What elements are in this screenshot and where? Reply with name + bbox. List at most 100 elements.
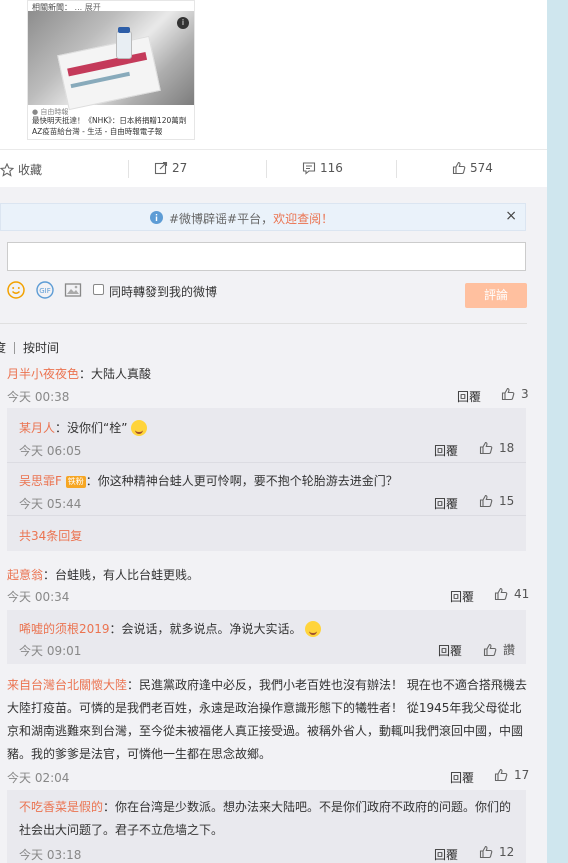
repost-count: 27 (172, 161, 188, 175)
comment-text: 来自台灣台北關懷大陸：民進黨政府逢中必反，我們小老百姓也沒有辦法！ 現在也不適合… (7, 674, 529, 766)
sort-by-hot[interactable]: 度 (0, 341, 6, 355)
comment-body: ：会说话，就多说点。净说大实话。 (109, 622, 302, 636)
repost-checkbox-label: 同時轉發到我的微博 (109, 285, 218, 299)
comment-like-button[interactable]: 讚 (483, 641, 515, 658)
sort-options: 度 按时间 (0, 339, 59, 356)
reply-button[interactable]: 回覆 (438, 642, 462, 659)
article-preview[interactable]: 相關新聞： ... 展开 i ● 自由時報 最快明天抵達！《NHK》：日本將捐贈… (27, 0, 195, 140)
like-count: 574 (470, 161, 493, 175)
fan-badge: 铁粉 (65, 476, 86, 488)
comment-author[interactable]: 吴思霏F (19, 474, 62, 488)
sub-reply-text: 不吃香菜是假的：你在台湾是少数派。想办法来大陆吧。不是你们政府不政府的问题。你们… (19, 796, 524, 842)
comment-line: 不吃香菜是假的：你在台湾是少数派。想办法来大陆吧。不是你们政府不政府的问题。你们… (19, 796, 524, 819)
sort-by-time[interactable]: 按时间 (23, 341, 59, 355)
like-label: 讚 (503, 643, 516, 657)
comment-text: 起意翁：台蛙贱，有人比台蛙更贱。 (7, 566, 199, 583)
comment-like-button[interactable]: 41 (494, 587, 529, 601)
thumbs-up-icon (501, 387, 515, 401)
thumbs-up-icon (479, 494, 493, 508)
thumbs-up-icon (479, 441, 493, 455)
comment-text: 月半小夜夜色：大陆人真酸 (7, 365, 151, 382)
reply-button[interactable]: 回覆 (434, 846, 458, 863)
comment-author[interactable]: 唏嘘的须根2019 (19, 622, 110, 636)
comment-time: 今天 03:18 (19, 848, 82, 862)
like-button[interactable]: 574 (452, 161, 493, 175)
sub-reply-text: 吴思霏F 铁粉 ：你这种精神台蛙人更可怜啊，要不抱个轮胎游去进金门？ (19, 472, 398, 489)
vaccine-vial-graphic (116, 27, 132, 59)
laughing-emoji-icon (131, 420, 148, 436)
comment-body: ：大陆人真酸 (79, 367, 152, 381)
thumbs-up-icon (494, 587, 508, 601)
comment-like-button[interactable]: 3 (501, 387, 529, 401)
comment-body: ：没你们“栓” (55, 421, 128, 435)
action-divider (396, 160, 397, 178)
comment-author[interactable]: 月半小夜夜色 (7, 367, 79, 381)
comment-author[interactable]: 起意翁 (7, 568, 43, 582)
repost-icon (154, 161, 168, 175)
submit-comment-button[interactable]: 評論 (465, 283, 527, 308)
comment-author[interactable]: 来自台灣台北關懷大陸 (7, 678, 127, 692)
comment-body: ：你在台湾是少数派。想办法来大陆吧。不是你们政府不政府的问题。你们的 (103, 800, 512, 814)
sub-reply-text: 唏嘘的须根2019：会说话，就多说点。净说大实话。 (19, 620, 322, 637)
notice-link[interactable]: 欢迎查阅！ (273, 212, 333, 226)
rumor-notice-banner: #微博辟谣#平台，欢迎查阅！ × (0, 203, 526, 231)
repost-button[interactable]: 27 (154, 161, 187, 175)
like-count: 18 (499, 441, 515, 455)
comment-line: 豬。我的爹爹是法官，可憐他一生都在思念故鄉。 (7, 747, 272, 761)
comment-time: 今天 00:34 (7, 590, 70, 604)
gif-icon[interactable]: GIF (36, 281, 54, 299)
comment-input[interactable] (7, 242, 526, 271)
post-action-bar: 收藏 27 116 574 (0, 149, 547, 188)
reply-button[interactable]: 回覆 (434, 442, 458, 459)
comment-line: 大陸打疫苗。可憐的是我們老百姓，永遠是政治操作意識形態下的犧牲者！ 從1945年… (7, 701, 522, 715)
action-divider (128, 160, 129, 178)
comment-like-button[interactable]: 12 (479, 845, 514, 859)
comment-time: 今天 00:38 (7, 390, 70, 404)
comment-author[interactable]: 某月人 (19, 421, 55, 435)
comment-like-button[interactable]: 15 (479, 494, 514, 508)
close-icon[interactable]: × (505, 208, 517, 224)
emoji-icon[interactable] (7, 281, 25, 299)
reply-divider (7, 462, 526, 463)
reply-button[interactable]: 回覆 (434, 495, 458, 512)
star-icon (0, 162, 15, 177)
reply-divider (7, 515, 526, 516)
laughing-emoji-icon (305, 621, 322, 637)
repost-checkbox[interactable] (93, 284, 104, 295)
comment-line: 京和湖南逃難來到台灣，至今從未被福佬人真正接受過。被稱外省人，動輒叫我們滾回中國… (7, 724, 524, 738)
sub-reply-text: 某月人：没你们“栓” (19, 419, 148, 436)
reply-button[interactable]: 回覆 (450, 769, 474, 786)
vaccine-box-graphic (57, 35, 161, 111)
notice-tag-text[interactable]: #微博辟谣#平台， (169, 212, 273, 226)
comment-body: ：台蛙贱，有人比台蛙更贱。 (43, 568, 200, 582)
article-headline[interactable]: 最快明天抵達！《NHK》：日本將捐贈120萬劑AZ疫苗給台灣 - 生活 - 自由… (32, 115, 190, 137)
more-replies-link[interactable]: 共34条回复 (19, 527, 82, 544)
comment-time: 今天 06:05 (19, 444, 82, 458)
thumbs-up-icon (483, 643, 497, 657)
svg-text:GIF: GIF (39, 287, 51, 295)
weibo-post-card: 相關新聞： ... 展开 i ● 自由時報 最快明天抵達！《NHK》：日本將捐贈… (0, 0, 547, 863)
reply-button[interactable]: 回覆 (450, 588, 474, 605)
image-icon[interactable] (64, 281, 82, 299)
thumbs-up-icon (452, 161, 466, 175)
like-count: 15 (499, 494, 515, 508)
article-photo: i (28, 11, 194, 111)
like-count: 17 (514, 768, 530, 782)
page-side-background (547, 0, 568, 863)
thumbs-up-icon (494, 768, 508, 782)
section-divider (0, 323, 527, 324)
info-circle-icon (150, 211, 163, 224)
favorite-label: 收藏 (18, 163, 43, 177)
comment-line: 社会出大问题了。君子不立危墙之下。 (19, 823, 224, 837)
comment-author[interactable]: 不吃香菜是假的 (19, 800, 103, 814)
reply-button[interactable]: 回覆 (457, 388, 481, 405)
comment-like-button[interactable]: 18 (479, 441, 514, 455)
info-icon[interactable]: i (177, 17, 189, 29)
comment-line: 来自台灣台北關懷大陸：民進黨政府逢中必反，我們小老百姓也沒有辦法！ 現在也不適合… (7, 674, 529, 697)
comment-time: 今天 05:44 (19, 497, 82, 511)
notice-text: #微博辟谣#平台，欢迎查阅！ (169, 210, 333, 227)
action-divider (266, 160, 267, 178)
comment-button[interactable]: 116 (302, 161, 343, 175)
comment-like-button[interactable]: 17 (494, 768, 529, 782)
favorite-button[interactable]: 收藏 (0, 161, 42, 178)
